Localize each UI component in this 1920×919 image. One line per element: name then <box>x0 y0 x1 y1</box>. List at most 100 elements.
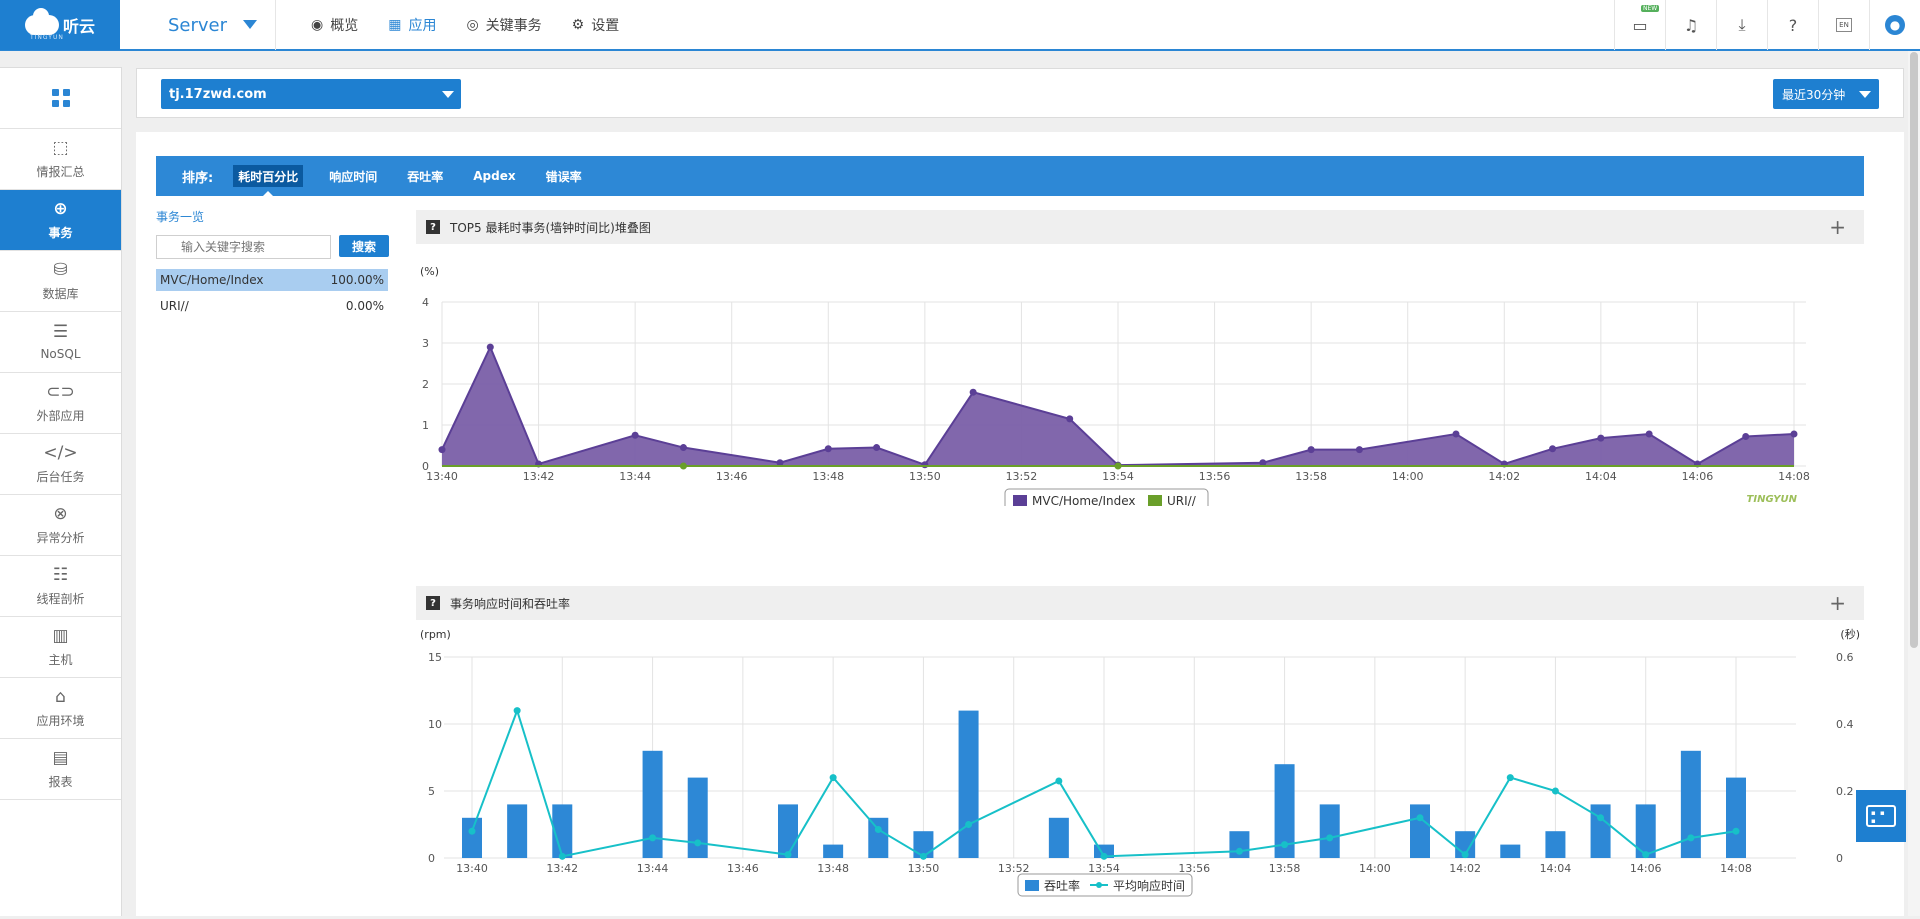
data-point <box>874 826 882 834</box>
sidebar-item-profiler[interactable]: ☷ 线程剖析 <box>0 556 121 617</box>
sort-tab-error-rate[interactable]: 错误率 <box>546 165 582 187</box>
legend-swatch-uri <box>1148 495 1162 506</box>
data-point <box>1732 827 1740 835</box>
download-button[interactable]: ⤓ <box>1716 0 1767 50</box>
nav-settings[interactable]: ⚙ 设置 <box>557 0 635 50</box>
data-point <box>1461 851 1469 859</box>
caret-down-icon <box>243 20 257 29</box>
logo-subtext: TINGYUN <box>30 34 64 41</box>
logo[interactable]: 听云 TINGYUN <box>0 0 120 50</box>
data-point <box>558 852 566 860</box>
data-point <box>1416 814 1424 822</box>
x-tick-label: 14:08 <box>1720 862 1752 875</box>
sidebar-item-label: 报表 <box>48 774 73 789</box>
throughput-bar <box>1590 804 1611 858</box>
nav-overview[interactable]: ◉ 概览 <box>296 0 373 50</box>
monitor-button[interactable]: ▭ NEW <box>1614 0 1665 50</box>
x-tick-label: 13:58 <box>1295 470 1327 483</box>
data-point <box>1549 445 1557 453</box>
x-tick-label: 13:56 <box>1199 470 1231 483</box>
sidebar-item-transactions[interactable]: ⊕ 事务 <box>0 190 121 251</box>
bell-icon: ♫ <box>1683 15 1699 35</box>
product-selector[interactable]: Server <box>120 0 276 50</box>
data-point <box>1114 462 1122 470</box>
sort-tab-response-time[interactable]: 响应时间 <box>329 165 377 187</box>
scrollbar-thumb[interactable] <box>1910 52 1918 648</box>
top-nav: ◉ 概览 ▦ 应用 ◎ 关键事务 ⚙ 设置 <box>296 0 634 50</box>
transaction-row[interactable]: URI// 0.00% <box>156 295 388 317</box>
eye-icon: ◉ <box>311 17 324 33</box>
watermark-text: TINGYUN <box>1747 494 1798 505</box>
chat-button[interactable] <box>1856 790 1906 842</box>
caret-down-icon <box>1859 91 1871 98</box>
x-tick-label: 14:02 <box>1488 470 1520 483</box>
nav-apps[interactable]: ▦ 应用 <box>373 0 451 50</box>
nav-label: 设置 <box>591 18 620 34</box>
x-tick-label: 13:40 <box>456 862 488 875</box>
y-tick-label-right: 0.2 <box>1836 785 1854 798</box>
sidebar-item-database[interactable]: ⛁ 数据库 <box>0 251 121 312</box>
code-icon: </> <box>43 442 78 463</box>
user-icon: ● <box>1885 15 1905 35</box>
data-point <box>1597 814 1605 822</box>
nav-label: 应用 <box>408 18 437 34</box>
notifications-button[interactable]: ♫ <box>1665 0 1716 50</box>
sidebar-item-summary[interactable]: ⬚ 情报汇总 <box>0 129 121 190</box>
sort-tab-throughput[interactable]: 吞吐率 <box>407 165 443 187</box>
sidebar-item-errors[interactable]: ⊗ 异常分析 <box>0 495 121 556</box>
language-button[interactable]: EN <box>1818 0 1869 50</box>
data-point <box>486 343 494 351</box>
data-point <box>1597 434 1605 442</box>
help-icon[interactable]: ? <box>426 596 440 610</box>
sort-bar: 排序: 耗时百分比 响应时间 吞吐率 Apdex 错误率 <box>156 156 1864 197</box>
sidebar-item-background-tasks[interactable]: </> 后台任务 <box>0 434 121 495</box>
caret-down-icon <box>442 91 454 98</box>
data-point <box>679 444 687 452</box>
throughput-bar <box>462 817 482 858</box>
y-axis-label-right: (秒) <box>1840 627 1860 641</box>
expand-plus-icon[interactable]: + <box>1829 591 1846 615</box>
environment-icon: ⌂ <box>55 686 66 707</box>
data-point <box>513 707 521 715</box>
profiler-icon: ☷ <box>52 564 69 585</box>
new-badge: NEW <box>1641 5 1660 12</box>
app-selector[interactable]: tj.17zwd.com <box>161 79 461 109</box>
sort-tab-time-pct[interactable]: 耗时百分比 <box>233 165 304 197</box>
sidebar-item-reports[interactable]: ▤ 报表 <box>0 739 121 800</box>
search-input[interactable] <box>156 235 331 259</box>
transaction-pct: 0.00% <box>345 299 384 313</box>
data-point <box>1506 774 1514 782</box>
nav-key-transactions[interactable]: ◎ 关键事务 <box>451 0 556 50</box>
help-button[interactable]: ? <box>1767 0 1818 50</box>
search-button[interactable]: 搜索 <box>339 235 389 257</box>
language-icon: EN <box>1836 18 1852 32</box>
top-bar: 听云 TINGYUN Server ◉ 概览 ▦ 应用 ◎ 关键事务 ⚙ 设置 … <box>0 0 1920 51</box>
sidebar-item-label: 应用环境 <box>36 713 85 728</box>
x-tick-label: 13:44 <box>637 862 669 875</box>
response-throughput-chart: (rpm) (秒) 0 5 10 15 0 0.2 0.4 0.6 13:40 13:42 13:44 1… <box>420 627 1860 897</box>
data-point <box>649 834 657 842</box>
help-icon[interactable]: ? <box>426 220 440 234</box>
expand-plus-icon[interactable]: + <box>1829 215 1846 239</box>
legend-label: 平均响应时间 <box>1113 878 1185 893</box>
data-point <box>829 774 837 782</box>
sidebar-home[interactable] <box>0 68 121 129</box>
user-button[interactable]: ● <box>1869 0 1920 50</box>
sidebar-item-nosql[interactable]: ☰ NoSQL <box>0 312 121 373</box>
dashboard-grid-icon <box>51 89 70 107</box>
sidebar-item-hosts[interactable]: ▥ 主机 <box>0 617 121 678</box>
list-icon: ☰ <box>52 322 69 342</box>
y-tick-label-left: 15 <box>428 651 442 664</box>
data-point <box>679 462 687 470</box>
host-icon: ▥ <box>52 625 69 646</box>
x-tick-label: 13:50 <box>908 862 940 875</box>
sidebar-item-environment[interactable]: ⌂ 应用环境 <box>0 678 121 739</box>
gear-icon: ⚙ <box>571 17 585 33</box>
x-tick-label: 14:04 <box>1585 470 1617 483</box>
sort-tab-apdex[interactable]: Apdex <box>473 165 515 187</box>
time-range-selector[interactable]: 最近30分钟 <box>1773 79 1879 109</box>
legend-label: MVC/Home/Index <box>1032 494 1136 506</box>
sidebar-item-external[interactable]: ⊂⊃ 外部应用 <box>0 373 121 434</box>
transaction-row[interactable]: MVC/Home/Index 100.00% <box>156 269 388 291</box>
throughput-bar <box>1500 844 1521 858</box>
